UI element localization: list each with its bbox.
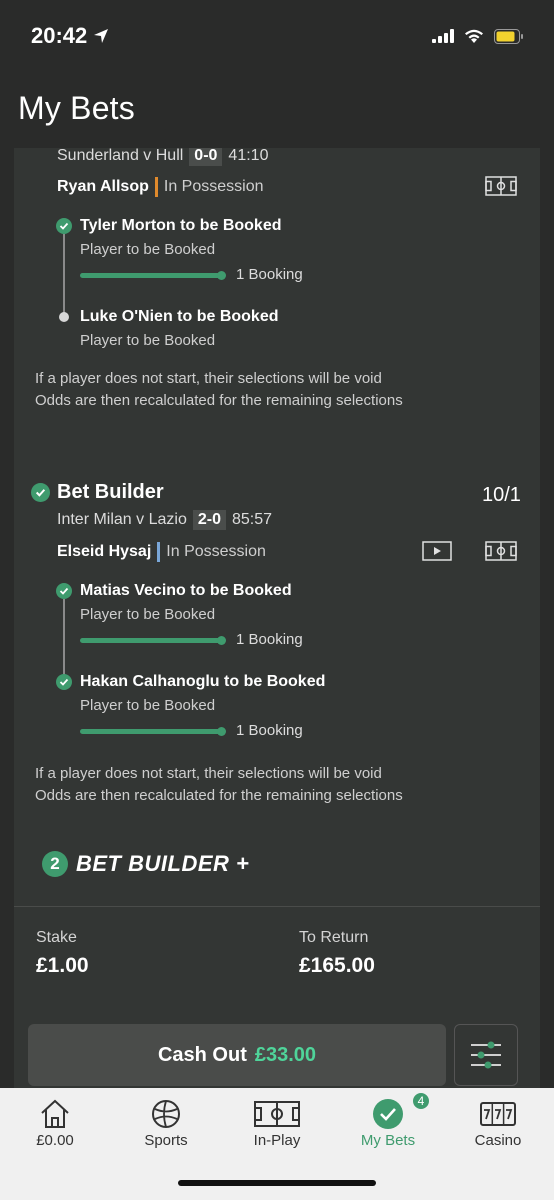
bet1-sel2-dot <box>59 312 69 322</box>
bet1-possession-text: In Possession <box>163 178 264 195</box>
tab-casino[interactable]: Casino <box>443 1096 553 1158</box>
cash-out-settings-button[interactable] <box>454 1024 518 1086</box>
bet1-sel1-progress-bar <box>80 273 224 278</box>
bet1-player-name: Ryan Allsop <box>57 178 149 195</box>
bet1-sel1-check-icon <box>56 218 72 234</box>
bet-builder-plus-logo: 2 BET BUILDER + <box>42 851 249 877</box>
bet2-sel1-progress-end <box>217 636 226 645</box>
bet1-clock: 41:10 <box>228 148 269 164</box>
tab-in-play[interactable]: In-Play <box>222 1096 332 1158</box>
bet1-match-name: Sunderland v Hull <box>57 148 184 164</box>
bet2-sel2-progress-end <box>217 727 226 736</box>
bet2-type: Bet Builder <box>57 481 164 503</box>
bet1-possession-bar <box>154 177 158 197</box>
tab-sports[interactable]: Sports <box>111 1096 221 1158</box>
tab-my-bets-label: My Bets <box>360 1132 416 1149</box>
bet1-sel2-title: Luke O'Nien to be Booked <box>80 308 279 325</box>
bet1-sel1-progress-label: 1 Booking <box>236 266 303 283</box>
battery-icon <box>494 28 523 44</box>
status-time: 20:42 <box>31 23 109 49</box>
tab-sports-label: Sports <box>144 1132 188 1149</box>
bet2-sel2-check-icon <box>56 674 72 690</box>
page-title: My Bets <box>18 90 135 126</box>
status-icons <box>432 28 524 44</box>
divider <box>14 906 540 907</box>
bet1-sel1-title: Tyler Morton to be Booked <box>80 217 282 234</box>
return-label: To Return <box>299 929 369 946</box>
bet1-player-line: Ryan Allsop In Possession <box>57 177 263 197</box>
status-bar: 20:42 <box>0 0 554 72</box>
bet2-sel1-progress-bar <box>80 638 224 643</box>
bet2-status-check-icon <box>31 483 50 502</box>
slot-machine-icon <box>480 1102 516 1126</box>
bet1-info-line1: If a player does not start, their select… <box>35 370 382 387</box>
return-value: £165.00 <box>299 954 375 977</box>
bet2-odds: 10/1 <box>482 484 521 506</box>
stake-label: Stake <box>36 929 77 946</box>
bet2-sel2-progress-bar <box>80 729 224 734</box>
bet2-info-line1: If a player does not start, their select… <box>35 765 382 782</box>
wifi-icon <box>465 29 483 43</box>
bet2-player-line: Elseid Hysaj In Possession <box>57 542 266 562</box>
football-icon <box>152 1100 180 1128</box>
bet1-sel1-subtitle: Player to be Booked <box>80 241 216 258</box>
bet2-sel2-title: Hakan Calhanoglu to be Booked <box>80 673 326 690</box>
my-bets-count-badge: 4 <box>412 1092 430 1110</box>
pitch-icon <box>254 1101 300 1127</box>
bet2-sel2-subtitle: Player to be Booked <box>80 697 216 714</box>
bet1-timeline <box>63 234 65 318</box>
bet1-info: If a player does not start, their select… <box>35 368 403 412</box>
video-icon[interactable] <box>422 541 452 561</box>
check-circle-icon <box>373 1099 403 1129</box>
bet2-match-line: Inter Milan v Lazio 2-0 85:57 <box>57 510 272 530</box>
bet1-sel2-subtitle: Player to be Booked <box>80 332 216 349</box>
pitch-icon[interactable] <box>485 176 517 196</box>
bet2-score: 2-0 <box>192 510 226 530</box>
stake-value: £1.00 <box>36 954 89 977</box>
bets-card[interactable]: Sunderland v Hull 0-0 41:10 Ryan Allsop … <box>14 148 540 1088</box>
bet2-possession-bar <box>157 542 161 562</box>
home-indicator <box>178 1180 376 1186</box>
tab-casino-label: Casino <box>474 1132 522 1149</box>
bet2-possession-text: In Possession <box>166 543 266 560</box>
cash-out-label: Cash Out <box>157 1043 247 1066</box>
bet2-timeline <box>63 599 65 683</box>
bet2-player-name: Elseid Hysaj <box>57 543 152 560</box>
bet2-sel1-progress-label: 1 Booking <box>236 631 303 648</box>
bet2-sel1-check-icon <box>56 583 72 599</box>
bet1-info-line2: Odds are then recalculated for the remai… <box>35 392 403 409</box>
bet2-info: If a player does not start, their select… <box>35 763 403 807</box>
cash-out-amount: £33.00 <box>254 1043 317 1066</box>
bet1-score: 0-0 <box>189 148 223 166</box>
page-header: My Bets <box>0 72 554 148</box>
bet2-info-line2: Odds are then recalculated for the remai… <box>35 787 403 804</box>
cash-out-button[interactable]: Cash Out £33.00 <box>28 1024 446 1086</box>
bet-builder-plus-count: 2 <box>42 851 68 877</box>
bet2-sel1-title: Matias Vecino to be Booked <box>80 582 292 599</box>
tab-in-play-label: In-Play <box>253 1132 301 1149</box>
tab-balance[interactable]: £0.00 <box>0 1096 110 1158</box>
bet2-match-name: Inter Milan v Lazio <box>57 511 187 528</box>
bet-builder-plus-label: BET BUILDER + <box>76 851 250 876</box>
pitch-icon[interactable] <box>485 541 517 561</box>
sliders-icon <box>471 1041 501 1069</box>
bet1-match-line: Sunderland v Hull 0-0 41:10 <box>57 148 268 166</box>
tab-my-bets[interactable]: 4 My Bets <box>333 1092 443 1158</box>
bet2-sel2-progress-label: 1 Booking <box>236 722 303 739</box>
tab-balance-label: £0.00 <box>36 1132 74 1149</box>
bet2-clock: 85:57 <box>231 511 273 528</box>
signal-icon <box>432 29 454 43</box>
bet1-sel1-progress-end <box>217 271 226 280</box>
home-icon <box>41 1099 69 1128</box>
location-arrow-icon <box>94 29 109 43</box>
clock-text: 20:42 <box>31 23 88 48</box>
bet2-sel1-subtitle: Player to be Booked <box>80 606 216 623</box>
